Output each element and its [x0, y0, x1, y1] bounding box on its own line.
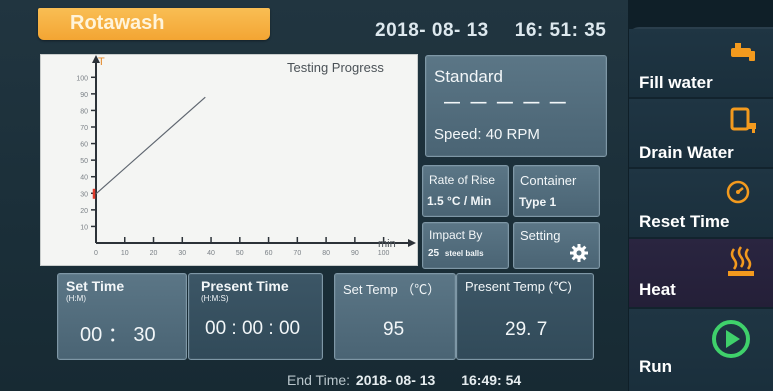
series-line — [95, 96, 206, 195]
x-tick-label: 70 — [293, 250, 301, 257]
chart-x-axis-label: min — [378, 238, 396, 250]
y-tick-label: 100 — [76, 75, 88, 82]
impact-by-panel[interactable]: Impact By 25 steel balls — [422, 222, 509, 269]
y-tick-label: 30 — [80, 191, 88, 198]
y-tick-label: 20 — [80, 208, 88, 215]
reset-time-button[interactable]: Reset Time — [629, 169, 773, 239]
y-tick-label: 80 — [80, 108, 88, 115]
impact-by-count: 25 — [428, 248, 440, 259]
set-time-unit: (H:M) — [66, 294, 86, 303]
reset-time-label: Reset Time — [639, 212, 730, 231]
clock-time: 16: 51: 35 — [514, 20, 607, 41]
present-time-panel: Present Time (H:M:S) 00 : 00 : 00 — [188, 273, 323, 360]
run-button[interactable]: Run — [629, 309, 773, 391]
drain-icon — [730, 107, 756, 133]
hmi-screen: Rotawash 2018- 08- 13 16: 51: 35 Testing … — [0, 0, 773, 391]
x-tick-label: 60 — [265, 250, 273, 257]
present-time-value: 00 : 00 : 00 — [205, 318, 301, 339]
y-tick-label: 10 — [80, 224, 88, 231]
testing-progress-chart: Testing Progress 10 20 30 40 50 60 70 80 90 100 0… — [40, 54, 418, 266]
y-tick-label: 90 — [80, 92, 88, 99]
chart-svg: Testing Progress 102030405060708090100 0… — [76, 55, 416, 257]
container-value: Type 1 — [519, 195, 557, 209]
clock-date: 2018- 08- 13 — [375, 20, 489, 41]
x-tick-label: 30 — [178, 250, 186, 257]
x-tick-label: 20 — [150, 250, 158, 257]
x-tick-label: 80 — [322, 250, 330, 257]
chart-title: Testing Progress — [287, 60, 384, 75]
x-tick-label: 50 — [236, 250, 244, 257]
program-speed: Speed: 40 RPM — [434, 126, 540, 143]
x-tick-label: 10 — [121, 250, 129, 257]
fill-water-label: Fill water — [639, 73, 713, 92]
play-icon — [712, 320, 750, 358]
present-time-unit: (H:M:S) — [201, 294, 229, 303]
x-tick-label: 0 — [94, 250, 98, 257]
y-tick-label: 50 — [80, 158, 88, 165]
present-temp-value: 29. 7 — [505, 319, 548, 340]
chart-y-ticks: 10 20 30 40 50 60 70 80 90 100 — [76, 75, 96, 231]
app-title-tab: Rotawash — [38, 8, 270, 40]
heat-icon — [728, 246, 754, 276]
program-panel[interactable]: Standard — — — — — Speed: 40 RPM — [425, 55, 607, 157]
run-label: Run — [639, 357, 673, 376]
gear-icon — [570, 244, 588, 262]
present-time-label: Present Time — [201, 278, 289, 294]
chart-y-axis-label: T — [98, 56, 105, 68]
rate-of-rise-panel[interactable]: Rate of Rise 1.5 °C / Min — [422, 165, 509, 217]
impact-by-unit: steel balls — [444, 249, 484, 258]
end-time: End Time: 2018- 08- 13 16:49: 54 — [287, 372, 521, 388]
set-temp-value: 95 — [383, 319, 405, 340]
drain-water-label: Drain Water — [639, 143, 734, 162]
app-title: Rotawash — [70, 12, 165, 34]
sidebar: Fill water Drain Water Reset Time Heat R… — [629, 27, 773, 391]
x-tick-label: 100 — [378, 250, 390, 257]
present-temp-label: Present Temp (℃) — [465, 279, 572, 294]
setting-button[interactable]: Setting — [513, 222, 600, 269]
rate-of-rise-label: Rate of Rise — [429, 173, 496, 187]
container-label: Container — [520, 173, 577, 188]
chart-series — [92, 96, 206, 199]
set-time-panel[interactable]: Set Time (H:M) 00 ： 30 — [57, 273, 187, 360]
present-temp-panel: Present Temp (℃) 29. 7 — [456, 273, 594, 360]
program-dashes: — — — — — — [444, 94, 569, 111]
impact-by-label: Impact By — [429, 228, 483, 242]
end-time-time: 16:49: 54 — [461, 372, 522, 388]
drain-water-button[interactable]: Drain Water — [629, 99, 773, 169]
set-time-label: Set Time — [66, 278, 125, 294]
y-tick-label: 40 — [80, 175, 88, 182]
setting-label: Setting — [520, 228, 561, 243]
chart-axes — [92, 55, 416, 247]
set-temp-panel[interactable]: Set Temp （℃） 95 — [334, 273, 456, 360]
fill-water-button[interactable]: Fill water — [629, 29, 773, 99]
y-tick-label: 60 — [80, 142, 88, 149]
main-area: Rotawash 2018- 08- 13 16: 51: 35 Testing … — [0, 0, 628, 391]
heat-button[interactable]: Heat — [629, 239, 773, 309]
x-tick-label: 40 — [207, 250, 215, 257]
x-axis-arrow — [408, 239, 416, 247]
rate-of-rise-value: 1.5 °C / Min — [427, 194, 492, 208]
chart-x-ticks: 0 10 20 30 40 50 60 70 80 90 100 — [94, 237, 390, 257]
clock: 2018- 08- 13 16: 51: 35 — [375, 20, 606, 42]
tap-icon — [731, 43, 755, 61]
program-name: Standard — [434, 67, 503, 86]
end-time-date: 2018- 08- 13 — [355, 372, 436, 388]
heat-label: Heat — [639, 280, 676, 299]
set-temp-label: Set Temp （℃） — [343, 282, 441, 297]
set-time-value: 00 ： 30 — [80, 324, 156, 346]
end-time-label: End Time: — [287, 372, 351, 388]
x-tick-label: 90 — [351, 250, 359, 257]
timer-icon — [726, 180, 750, 204]
container-panel[interactable]: Container Type 1 — [513, 165, 600, 217]
y-tick-label: 70 — [80, 125, 88, 132]
